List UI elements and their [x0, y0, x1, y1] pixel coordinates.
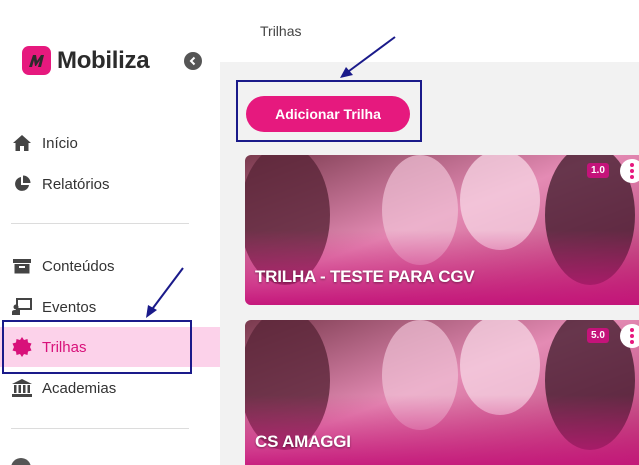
sidebar-item-label: Conteúdos — [42, 257, 115, 275]
sidebar-item-eventos[interactable]: Eventos — [0, 287, 220, 327]
partial-icon — [11, 458, 31, 465]
sidebar-item-label: Eventos — [42, 298, 97, 316]
sidebar-divider — [11, 428, 189, 429]
sidebar-item-label: Início — [42, 134, 78, 152]
add-trail-button[interactable]: Adicionar Trilha — [246, 96, 410, 132]
top-bar: Trilhas — [220, 0, 639, 62]
sidebar-item-relatorios[interactable]: Relatórios — [0, 164, 220, 204]
main-content: Trilhas Adicionar Trilha TRILHA - TESTE … — [220, 0, 639, 465]
trail-card[interactable]: CS AMAGGI 5.0 — [245, 320, 639, 465]
sidebar-divider — [11, 223, 189, 224]
trail-card[interactable]: TRILHA - TESTE PARA CGV 1.0 — [245, 155, 639, 305]
institution-icon — [11, 378, 33, 398]
logo-text: Mobiliza — [57, 46, 150, 74]
sidebar-item-conteudos[interactable]: Conteúdos — [0, 246, 220, 286]
badge-icon — [11, 337, 33, 357]
trail-title: TRILHA - TESTE PARA CGV — [255, 267, 475, 286]
page-title: Trilhas — [260, 23, 302, 39]
version-badge: 5.0 — [587, 328, 609, 343]
sidebar-item-trilhas[interactable]: Trilhas — [0, 327, 220, 367]
pie-chart-icon — [11, 174, 33, 194]
sidebar: Mobiliza Início Relatórios Conteúdos Eve… — [0, 0, 220, 465]
kebab-icon — [630, 328, 634, 332]
sidebar-item-label: Relatórios — [42, 175, 110, 193]
version-badge: 1.0 — [587, 163, 609, 178]
chevron-left-icon — [189, 56, 196, 66]
sidebar-item-academias[interactable]: Academias — [0, 368, 220, 408]
sidebar-item-label: Trilhas — [42, 338, 87, 356]
home-icon — [11, 133, 33, 153]
archive-icon — [11, 256, 33, 276]
collapse-sidebar-button[interactable] — [184, 52, 202, 70]
logo-mark-icon — [22, 46, 51, 75]
sidebar-item-inicio[interactable]: Início — [0, 123, 220, 163]
kebab-icon — [630, 163, 634, 167]
more-options-button[interactable] — [620, 159, 639, 183]
trail-title: CS AMAGGI — [255, 432, 351, 451]
logo[interactable]: Mobiliza — [22, 46, 150, 75]
presentation-icon — [11, 297, 33, 317]
more-options-button[interactable] — [620, 324, 639, 348]
sidebar-item-label: Academias — [42, 379, 117, 397]
